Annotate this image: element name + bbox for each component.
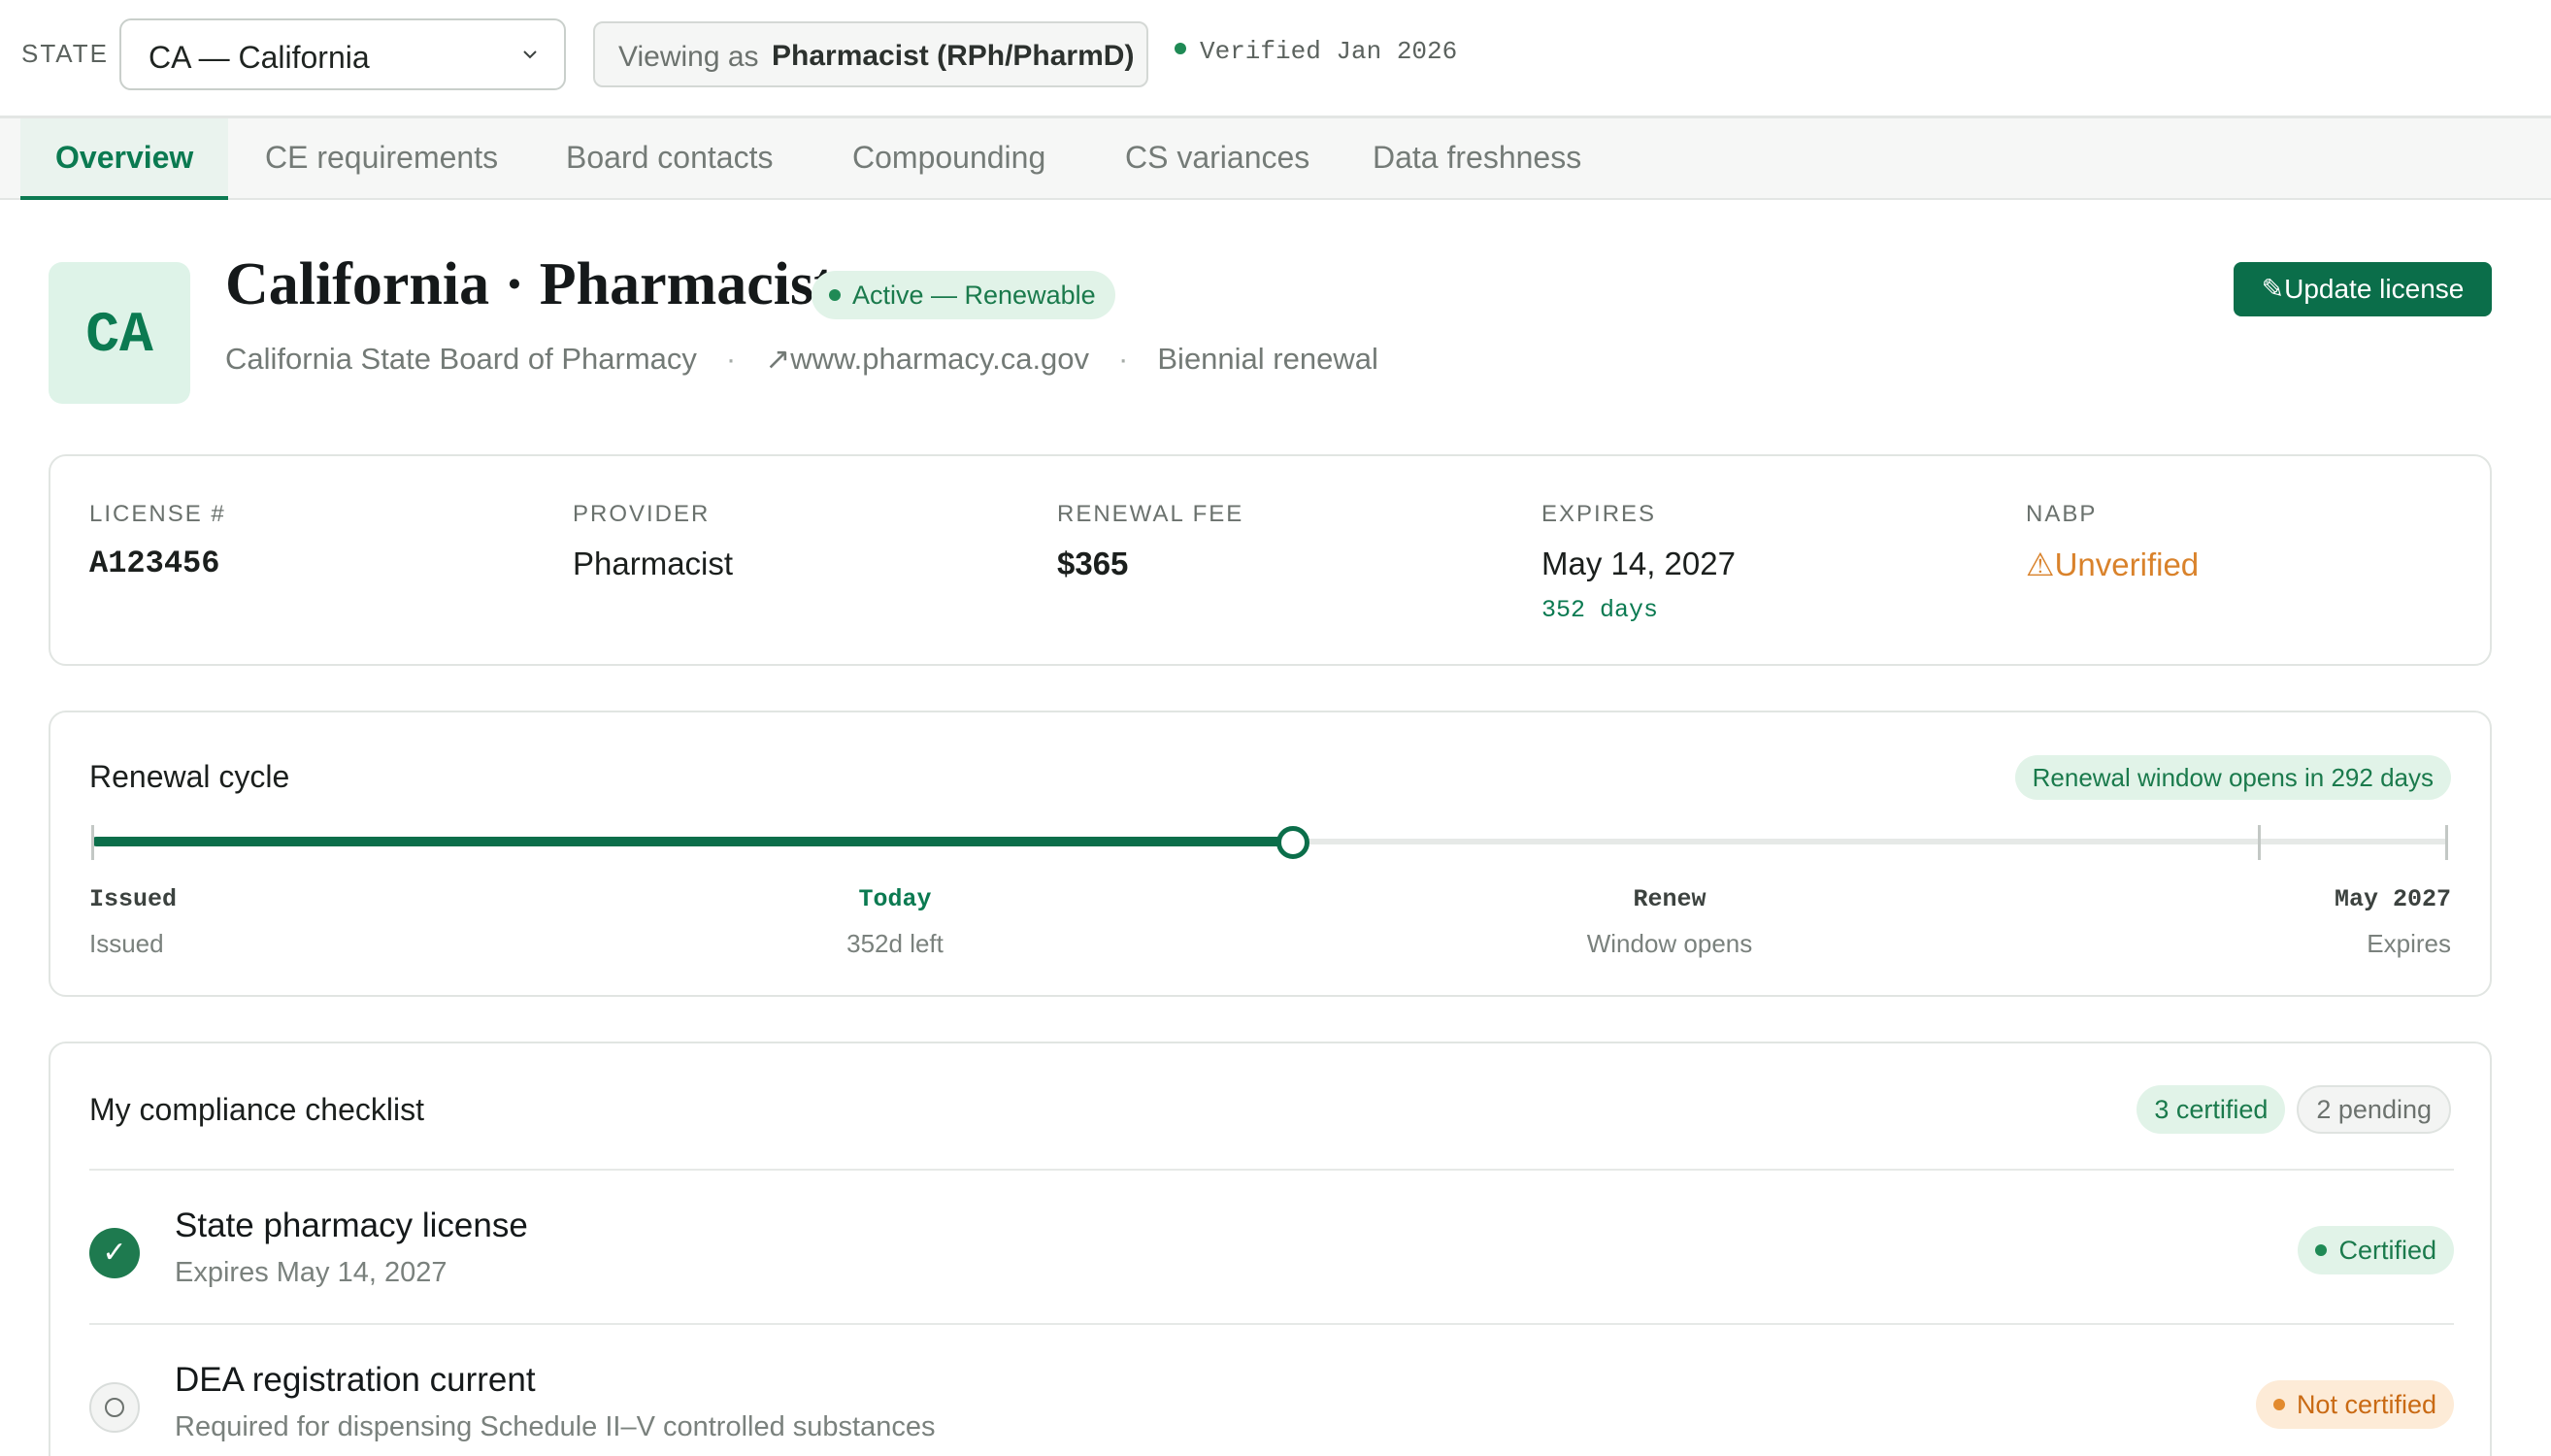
checklist-summary: 3 certified 2 pending: [2125, 1085, 2451, 1134]
renewal-timeline: [91, 825, 2448, 860]
expires-value: May 14, 2027: [1541, 546, 1736, 581]
status-dot-icon: [2315, 1243, 2328, 1256]
update-license-button[interactable]: ✎Update license: [2234, 262, 2492, 316]
nabp-status-text: Unverified: [2054, 546, 2200, 582]
status-text: Active — Renewable: [852, 281, 1096, 310]
verified-text: Verified Jan 2026: [1200, 37, 1458, 66]
tab-cs-variances[interactable]: CS variances: [1090, 118, 1344, 200]
tab-bar: Overview CE requirements Board contacts …: [0, 118, 2551, 200]
board-name: California State Board of Pharmacy: [225, 342, 697, 376]
renewal-fee-label: RENEWAL FEE: [1057, 501, 1244, 527]
divider: [89, 1169, 2454, 1171]
license-number-label: LICENSE #: [89, 501, 226, 527]
checklist-item-subtitle: Required for dispensing Schedule II–V co…: [175, 1411, 936, 1442]
verified-dot-icon: [1175, 43, 1186, 55]
checklist-item-subtitle: Expires May 14, 2027: [175, 1257, 447, 1288]
milestone-renew-caption: Window opens: [1586, 929, 1753, 958]
separator: ·: [725, 342, 737, 376]
page-title: California · Pharmacist: [225, 251, 834, 317]
state-tile: CA: [49, 262, 190, 404]
renewal-cycle-title: Renewal cycle: [89, 759, 290, 794]
tab-ce-requirements[interactable]: CE requirements: [230, 118, 533, 200]
checklist-item-status-badge: Certified: [2298, 1226, 2454, 1274]
viewing-as-role: Pharmacist (RPh/PharmD): [772, 40, 1135, 72]
provider-value: Pharmacist: [573, 546, 734, 581]
expires-label: EXPIRES: [1541, 501, 1657, 527]
state-select-value: CA — California: [149, 40, 370, 75]
timeline-today-marker: [1276, 826, 1309, 859]
renewal-fee-field: RENEWAL FEE $365: [1057, 501, 1243, 582]
checklist-item-status-text: Not certified: [2296, 1390, 2436, 1419]
license-number-value: A123456: [89, 546, 220, 581]
nabp-label: NABP: [2026, 501, 2098, 527]
checklist-item[interactable]: ✓ State pharmacy license Expires May 14,…: [89, 1207, 2454, 1313]
tab-compounding[interactable]: Compounding: [817, 118, 1080, 200]
milestone-today-label: Today: [858, 885, 932, 913]
warning-icon: ⚠: [2026, 546, 2055, 582]
renewal-frequency: Biennial renewal: [1157, 342, 1378, 376]
status-dot-icon: [829, 288, 841, 301]
tab-data-freshness[interactable]: Data freshness: [1338, 118, 1616, 200]
viewing-as-label: Viewing as: [618, 41, 759, 73]
milestone-issued-caption: Issued: [89, 929, 164, 958]
milestone-today-caption: 352d left: [846, 929, 944, 958]
verified-status: Verified Jan 2026: [1175, 37, 1457, 66]
provider-field: PROVIDER Pharmacist: [573, 501, 733, 582]
milestone-expires-label: May 2027: [2334, 885, 2451, 913]
status-badge: Active — Renewable: [812, 271, 1115, 319]
milestone-expires: May 2027 Expires: [2335, 885, 2451, 959]
chevron-down-icon: [523, 50, 537, 59]
board-website-link[interactable]: ↗www.pharmacy.ca.gov: [765, 342, 1089, 376]
milestone-issued: Issued Issued: [89, 885, 177, 959]
pending-count-badge: 2 pending: [2297, 1085, 2451, 1134]
certified-count-badge: 3 certified: [2137, 1085, 2286, 1134]
milestone-renew-label: Renew: [1633, 885, 1706, 913]
tab-overview[interactable]: Overview: [20, 118, 229, 200]
top-bar: STATE CA — California Viewing as Pharmac…: [0, 0, 2551, 118]
check-circle-icon: ✓: [89, 1228, 140, 1278]
expires-field: EXPIRES May 14, 2027 352 days: [1541, 501, 1736, 624]
renewal-fee-value: $365: [1057, 546, 1129, 581]
provider-label: PROVIDER: [573, 501, 711, 527]
timeline-tick-issued: [91, 825, 94, 860]
license-info-card: LICENSE # A123456 PROVIDER Pharmacist RE…: [49, 454, 2492, 666]
state-tile-code: CA: [85, 305, 153, 368]
renewal-cycle-card: Renewal cycle Renewal window opens in 29…: [49, 711, 2492, 997]
milestone-issued-label: Issued: [89, 885, 178, 913]
checklist-title: My compliance checklist: [89, 1092, 424, 1127]
license-number-field: LICENSE # A123456: [89, 501, 226, 581]
tab-board-contacts[interactable]: Board contacts: [531, 118, 808, 200]
pencil-icon: ✎: [2261, 274, 2285, 304]
milestone-expires-caption: Expires: [2367, 929, 2451, 958]
compliance-checklist-card: My compliance checklist 3 certified 2 pen…: [49, 1042, 2492, 1456]
checklist-item-status-text: Certified: [2338, 1236, 2436, 1265]
checklist-item-title: State pharmacy license: [175, 1207, 528, 1244]
board-info: California State Board of Pharmacy · ↗www.…: [225, 342, 1378, 377]
milestone-today: Today 352d left: [798, 885, 992, 959]
state-select[interactable]: CA — California: [119, 18, 566, 90]
empty-circle-icon: [89, 1382, 140, 1433]
external-link-icon: ↗: [765, 342, 791, 376]
checklist-item-title: DEA registration current: [175, 1361, 536, 1399]
separator: ·: [1118, 342, 1129, 376]
timeline-tick-renew: [2258, 825, 2261, 860]
expires-days: 352 days: [1541, 596, 1659, 624]
nabp-field: NABP ⚠Unverified: [2026, 501, 2199, 583]
status-dot-icon: [2272, 1398, 2285, 1410]
state-label: STATE: [21, 39, 109, 68]
checklist-item-status-badge: Not certified: [2255, 1380, 2454, 1429]
viewing-as-chip[interactable]: Viewing as Pharmacist (RPh/PharmD): [593, 21, 1148, 87]
renewal-window-badge: Renewal window opens in 292 days: [2014, 755, 2451, 800]
milestone-renew: Renew Window opens: [1524, 885, 1815, 959]
board-website-text: www.pharmacy.ca.gov: [790, 342, 1090, 376]
divider: [89, 1323, 2454, 1325]
timeline-progress: [91, 837, 1293, 846]
checklist-item[interactable]: DEA registration current Required for di…: [89, 1361, 2454, 1456]
timeline-tick-expires: [2445, 825, 2448, 860]
update-license-label: Update license: [2284, 274, 2465, 304]
nabp-value: ⚠Unverified: [2026, 546, 2199, 583]
